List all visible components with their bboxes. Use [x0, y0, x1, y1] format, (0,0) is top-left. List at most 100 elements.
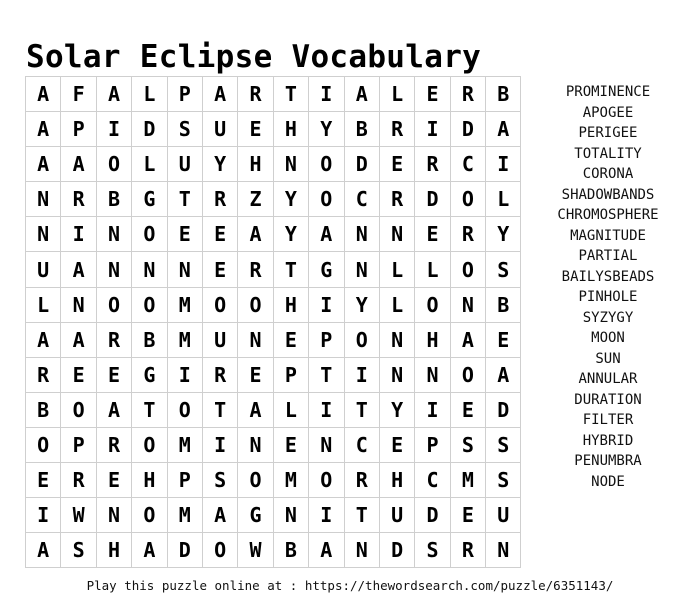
- grid-cell: L: [378, 75, 416, 113]
- grid-row: AAOLUYHNODERCI: [24, 146, 522, 183]
- grid-cell: E: [449, 497, 487, 534]
- grid-cell: N: [272, 497, 310, 534]
- grid-cell: A: [343, 75, 380, 113]
- grid-cell: I: [414, 111, 451, 148]
- grid-cell: N: [60, 286, 97, 323]
- grid-cell: Y: [485, 216, 522, 253]
- word-list-item: CHROMOSPHERE: [557, 207, 659, 223]
- grid-cell: Y: [343, 286, 380, 323]
- grid-cell: R: [378, 181, 416, 218]
- grid-cell: A: [60, 251, 97, 288]
- grid-cell: L: [131, 75, 168, 113]
- grid-cell: I: [201, 426, 239, 464]
- grid-cell: S: [166, 111, 203, 148]
- grid-cell: I: [485, 146, 522, 183]
- grid-cell: O: [131, 286, 168, 323]
- grid-cell: R: [414, 146, 451, 183]
- grid-cell: N: [95, 251, 133, 288]
- grid-row: OPROMINENCEPSS: [24, 426, 522, 464]
- grid-cell: C: [343, 181, 380, 218]
- grid-cell: O: [237, 286, 274, 323]
- grid-cell: I: [166, 356, 203, 393]
- grid-cell: E: [485, 321, 522, 358]
- grid-cell: N: [95, 497, 133, 534]
- grid-cell: R: [237, 75, 274, 113]
- grid-cell: A: [24, 321, 62, 358]
- grid-cell: N: [343, 251, 380, 288]
- grid-cell: G: [131, 181, 168, 218]
- grid-cell: R: [95, 426, 133, 464]
- grid-cell: B: [24, 391, 62, 428]
- grid-cell: D: [414, 497, 451, 534]
- word-list-item: BAILYSBEADS: [561, 268, 655, 285]
- grid-cell: R: [95, 321, 133, 358]
- grid-cell: Y: [201, 146, 239, 183]
- grid-cell: I: [308, 497, 345, 534]
- grid-cell: S: [485, 462, 522, 499]
- puzzle-title: Solar Eclipse Vocabulary: [26, 38, 482, 75]
- word-list-item: PERIGEE: [578, 125, 638, 141]
- grid-cell: B: [95, 181, 133, 218]
- grid-row: NINOEEAYANNERY: [24, 216, 522, 253]
- grid-cell: D: [131, 111, 168, 148]
- grid-cell: R: [60, 462, 97, 499]
- grid-cell: N: [237, 321, 274, 358]
- word-list-item: MOON: [591, 330, 625, 346]
- grid-cell: O: [60, 391, 97, 428]
- grid-cell: Z: [237, 181, 274, 218]
- grid-cell: I: [95, 111, 133, 148]
- grid-cell: R: [449, 75, 487, 113]
- grid-cell: P: [60, 111, 97, 148]
- grid-cell: E: [237, 356, 274, 393]
- grid-cell: O: [201, 532, 239, 569]
- grid-cell: M: [166, 497, 203, 534]
- grid-cell: E: [449, 391, 487, 428]
- grid-cell: N: [378, 321, 416, 358]
- grid-cell: A: [485, 111, 522, 148]
- grid-cell: O: [308, 146, 345, 183]
- grid-cell: T: [166, 181, 203, 218]
- grid-cell: E: [272, 426, 310, 464]
- grid-cell: N: [485, 532, 522, 569]
- word-list-item: ANNULAR: [578, 371, 638, 387]
- grid-row: EREHPSOMORHCMS: [24, 462, 522, 499]
- grid-row: ASHADOWBANDSRN: [24, 532, 522, 569]
- grid-cell: A: [201, 75, 239, 113]
- grid-cell: Y: [378, 391, 416, 428]
- grid-cell: R: [449, 532, 487, 569]
- grid-cell: T: [201, 391, 239, 428]
- grid-cell: A: [131, 532, 168, 569]
- grid-cell: P: [272, 356, 310, 393]
- grid-cell: H: [272, 111, 310, 148]
- grid-cell: T: [343, 497, 380, 534]
- grid-cell: Y: [272, 216, 310, 253]
- grid-cell: C: [449, 146, 487, 183]
- word-list-item: SYZYGY: [582, 309, 634, 326]
- word-list-item: PENUMBRA: [574, 453, 642, 469]
- word-list-item: PINHOLE: [578, 289, 638, 305]
- grid-cell: M: [166, 321, 203, 358]
- grid-cell: P: [166, 462, 203, 499]
- grid-row: NRBGTRZYOCRDOL: [24, 181, 522, 218]
- grid-cell: G: [131, 356, 168, 393]
- grid-cell: G: [237, 497, 274, 534]
- grid-cell: O: [201, 286, 239, 323]
- grid-cell: H: [95, 532, 133, 569]
- grid-cell: E: [414, 75, 451, 113]
- grid-cell: U: [485, 497, 522, 534]
- grid-cell: D: [414, 181, 451, 218]
- grid-cell: H: [378, 462, 416, 499]
- grid-cell: S: [60, 532, 97, 569]
- grid-cell: N: [237, 426, 274, 464]
- grid-cell: A: [308, 216, 345, 253]
- grid-cell: A: [237, 216, 274, 253]
- grid-cell: I: [414, 391, 451, 428]
- grid-cell: R: [201, 356, 239, 393]
- grid-cell: G: [308, 251, 345, 288]
- word-list-item: SHADOWBANDS: [561, 186, 655, 203]
- grid-row: IWNOMAGNITUDEU: [24, 497, 522, 534]
- grid-cell: E: [95, 356, 133, 393]
- grid-cell: D: [343, 146, 380, 183]
- grid-cell: S: [485, 251, 522, 288]
- grid-cell: I: [308, 286, 345, 323]
